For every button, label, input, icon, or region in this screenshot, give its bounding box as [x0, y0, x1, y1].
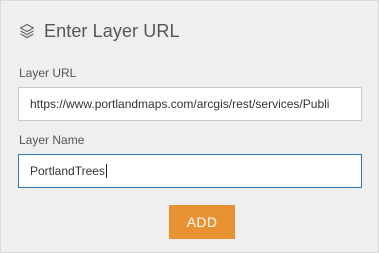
layer-url-input[interactable]: https://www.portlandmaps.com/arcgis/rest…	[18, 87, 362, 121]
text-caret	[105, 163, 107, 178]
enter-layer-url-panel: Enter Layer URL Layer URL https://www.po…	[0, 0, 379, 253]
layer-name-value: PortlandTrees	[30, 164, 105, 178]
layer-url-value: https://www.portlandmaps.com/arcgis/rest…	[30, 97, 330, 111]
layer-name-label: Layer Name	[19, 133, 85, 147]
layer-name-input[interactable]: PortlandTrees	[18, 154, 362, 188]
panel-header: Enter Layer URL	[18, 19, 180, 43]
layer-url-label: Layer URL	[19, 66, 77, 80]
layers-icon	[18, 22, 36, 40]
panel-title: Enter Layer URL	[44, 20, 180, 41]
add-button[interactable]: ADD	[169, 205, 235, 239]
